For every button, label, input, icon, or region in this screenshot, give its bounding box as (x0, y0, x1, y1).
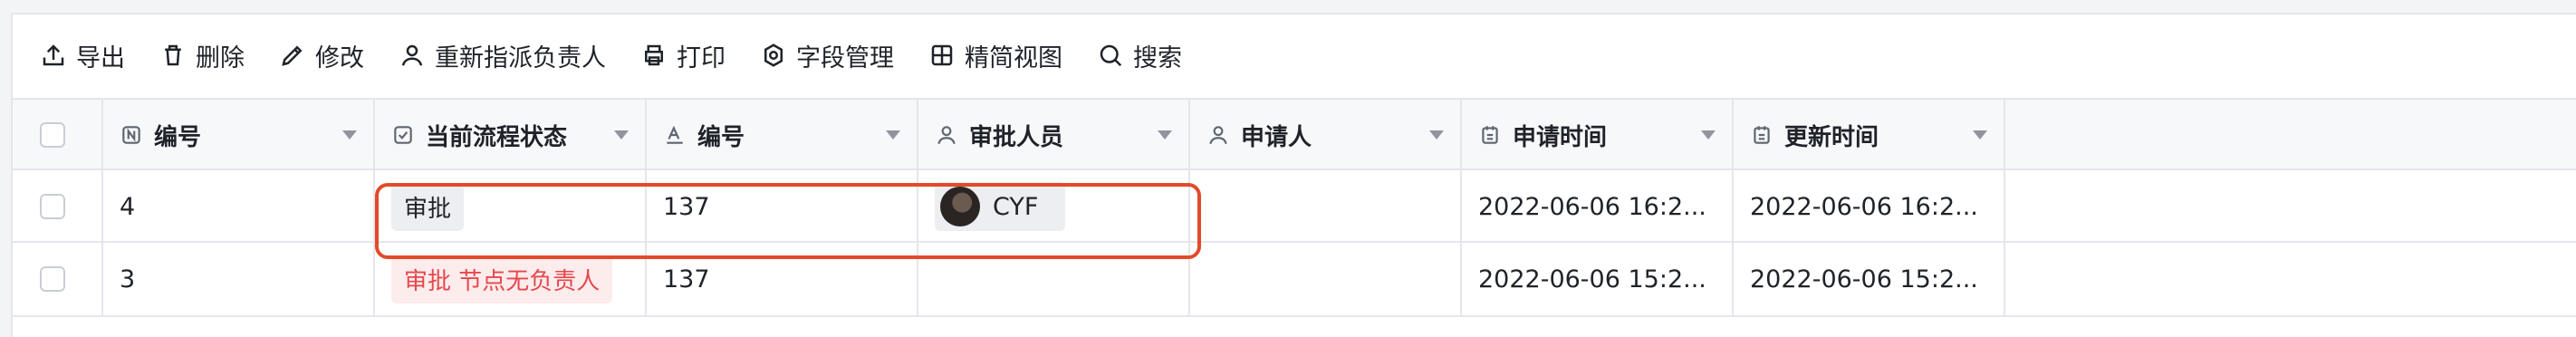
applicant-cell[interactable] (1190, 243, 1462, 315)
status-cell[interactable]: 审批 节点无负责人 (375, 243, 647, 315)
user-icon (937, 126, 956, 145)
calendar-icon (1754, 126, 1770, 144)
export-button[interactable]: 导出 (40, 38, 125, 73)
user-icon (1209, 126, 1227, 145)
column-label: 当前流程状态 (426, 123, 568, 151)
column-header-applicant[interactable]: 申请人 (1190, 100, 1462, 170)
row-select-cell (13, 170, 103, 243)
pencil-icon (282, 45, 303, 66)
select-all-cell (13, 100, 103, 170)
row-checkbox[interactable] (40, 266, 65, 292)
approver-chip[interactable]: CYF (935, 182, 1066, 231)
id-cell[interactable]: 4 (103, 170, 375, 243)
search-button[interactable]: 搜索 (1097, 38, 1182, 73)
gear-icon (764, 43, 783, 67)
print-button[interactable]: 打印 (640, 38, 726, 73)
chevron-down-icon[interactable] (1429, 130, 1444, 140)
toolbar: 导出 删除 修改 重新指派负责人 打印 字段管理 精简视图 搜索 (13, 14, 2576, 96)
grid-icon (931, 44, 953, 66)
delete-button[interactable]: 删除 (159, 38, 245, 73)
chevron-down-icon[interactable] (614, 130, 629, 140)
column-label: 申请时间 (1513, 123, 1608, 151)
column-header-approver[interactable]: 审批人员 (918, 100, 1190, 170)
column-label: 申请人 (1241, 123, 1312, 151)
applicant-cell[interactable] (1190, 170, 1462, 243)
approver-name: CYF (993, 192, 1039, 221)
trash-icon (165, 44, 181, 66)
edit-button[interactable]: 修改 (279, 38, 364, 73)
approver-cell[interactable] (918, 243, 1190, 315)
header-filler (2005, 100, 2576, 170)
update-time-cell[interactable]: 2022-06-06 16:2... (1734, 170, 2005, 243)
table-row[interactable]: 3 审批 节点无负责人 137 2022-06-06 15:2... 2022-… (13, 241, 2576, 317)
column-label: 编号 (154, 123, 202, 151)
compact-view-label: 精简视图 (965, 43, 1062, 72)
status-cell[interactable]: 审批 (375, 170, 647, 243)
printer-icon (645, 44, 663, 66)
search-label: 搜索 (1133, 43, 1182, 72)
avatar (940, 187, 980, 226)
chevron-down-icon[interactable] (342, 130, 357, 140)
status-tag: 审批 节点无负责人 (391, 255, 613, 303)
user-icon (401, 44, 423, 66)
column-label: 更新时间 (1784, 123, 1879, 151)
table-row[interactable]: 4 审批 137 CYF 2022-06-06 16:2... 2022-06-… (13, 168, 2576, 243)
reassign-button[interactable]: 重新指派负责人 (399, 38, 606, 73)
chevron-down-icon[interactable] (886, 130, 900, 140)
checkbox-field-icon (394, 126, 412, 144)
number-field-icon (122, 126, 140, 144)
update-time-cell[interactable]: 2022-06-06 15:2... (1734, 243, 2005, 315)
print-label: 打印 (677, 43, 726, 72)
field-management-button[interactable]: 字段管理 (760, 38, 894, 73)
table-header: 编号 当前流程状态 编号 审批人员 申请人 申请时间 更新时间 (13, 98, 2576, 170)
search-icon (1100, 44, 1122, 67)
row-filler (2005, 170, 2576, 243)
upload-icon (43, 44, 64, 66)
column-header-id[interactable]: 编号 (103, 100, 375, 170)
column-header-apply-time[interactable]: 申请时间 (1462, 100, 1734, 170)
select-all-checkbox[interactable] (40, 122, 65, 148)
number-cell[interactable]: 137 (647, 170, 918, 243)
column-label: 编号 (697, 123, 745, 151)
apply-time-cell[interactable]: 2022-06-06 16:2... (1462, 170, 1734, 243)
column-header-status[interactable]: 当前流程状态 (375, 100, 647, 170)
text-field-icon (667, 125, 683, 144)
table-panel: 导出 删除 修改 重新指派负责人 打印 字段管理 精简视图 搜索 编号 当前流程… (11, 13, 2576, 337)
id-cell[interactable]: 3 (103, 243, 375, 315)
row-filler (2005, 243, 2576, 315)
delete-label: 删除 (196, 43, 245, 72)
field-management-label: 字段管理 (796, 43, 894, 72)
apply-time-cell[interactable]: 2022-06-06 15:2... (1462, 243, 1734, 315)
status-tag: 审批 (391, 182, 465, 231)
row-select-cell (13, 243, 103, 315)
approver-cell[interactable]: CYF (918, 170, 1190, 243)
row-checkbox[interactable] (40, 194, 65, 219)
reassign-label: 重新指派负责人 (435, 43, 606, 72)
export-label: 导出 (76, 43, 125, 72)
number-cell[interactable]: 137 (647, 243, 918, 315)
chevron-down-icon[interactable] (1701, 130, 1716, 140)
chevron-down-icon[interactable] (1158, 130, 1172, 140)
column-label: 审批人员 (969, 123, 1064, 151)
column-header-number[interactable]: 编号 (647, 100, 918, 170)
edit-label: 修改 (315, 43, 364, 72)
calendar-icon (1482, 126, 1498, 144)
compact-view-button[interactable]: 精简视图 (928, 38, 1062, 73)
column-header-update-time[interactable]: 更新时间 (1734, 100, 2005, 170)
chevron-down-icon[interactable] (1973, 130, 1987, 140)
